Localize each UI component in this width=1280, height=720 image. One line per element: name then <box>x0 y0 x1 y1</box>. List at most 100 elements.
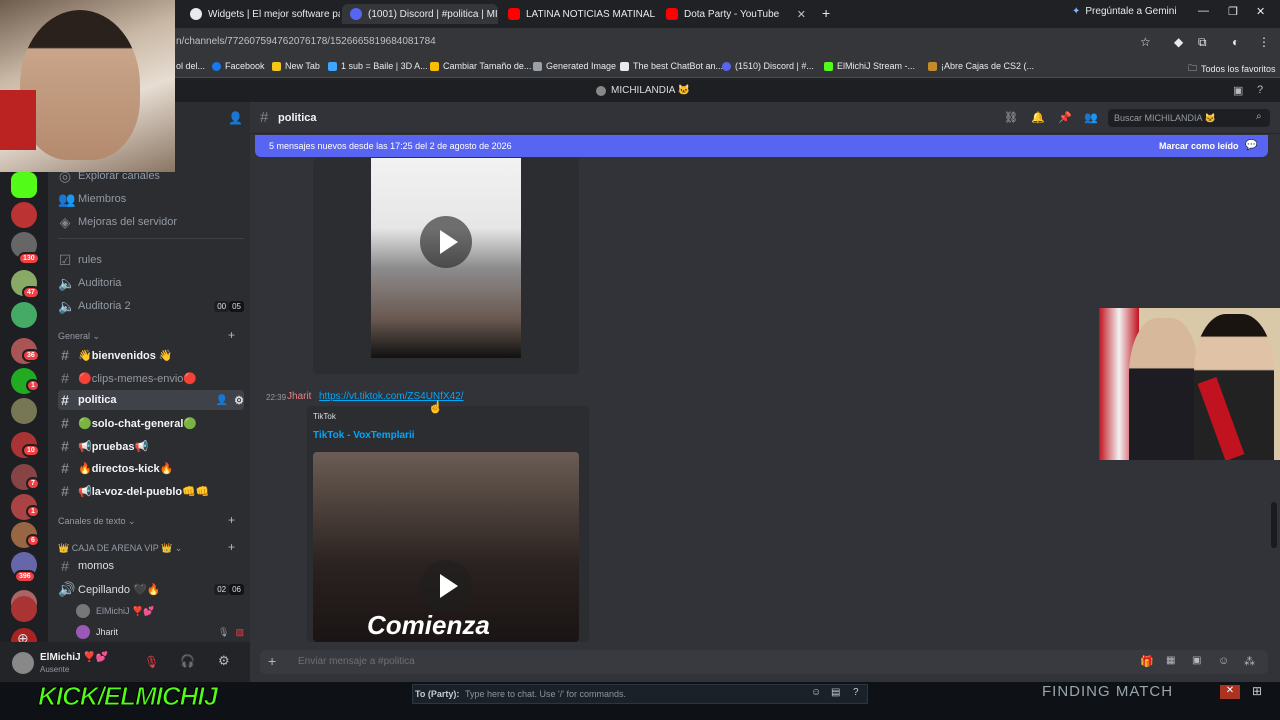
inbox-icon[interactable]: ▣ <box>1233 84 1243 97</box>
server-icon[interactable] <box>11 398 37 424</box>
new-messages-bar[interactable]: 5 mensajes nuevos desde las 17:25 del 2 … <box>255 135 1268 157</box>
translate-icon[interactable]: ▤ <box>831 687 840 698</box>
gift-icon[interactable]: 🎁 <box>1140 655 1154 668</box>
voice-user[interactable]: ElMichiJ ❣️💕 <box>76 601 244 621</box>
channel-pruebas[interactable]: # 📢pruebas📢 <box>58 436 244 456</box>
bookmark-item[interactable]: ol del... <box>176 61 205 71</box>
bookmark-item[interactable]: ElMichiJ Stream -... <box>824 61 915 71</box>
category-general[interactable]: General ⌄ <box>58 331 100 342</box>
bookmark-item[interactable]: Cambiar Tamaño de... <box>430 61 531 71</box>
kick-icon <box>824 61 833 71</box>
bookmark-item[interactable]: ¡Abre Cajas de CS2 (... <box>928 61 1034 71</box>
emoji-icon[interactable]: ☺ <box>1218 655 1229 667</box>
new-tab-button[interactable]: + <box>822 5 830 21</box>
headphones-icon[interactable]: 🎧 <box>180 654 195 668</box>
help-icon[interactable]: ? <box>1257 84 1263 96</box>
bookmark-item[interactable]: (1510) Discord | #... <box>722 61 814 71</box>
tab-dota-party[interactable]: Dota Party - YouTube ✕ <box>658 4 814 24</box>
mark-read-button[interactable]: Marcar como leído <box>1159 141 1239 151</box>
profile-icon[interactable]: ◐ <box>1232 35 1239 49</box>
message-author[interactable]: Jharit <box>287 391 311 402</box>
discord-icon <box>722 61 731 71</box>
gear-icon[interactable]: ⚙ <box>218 653 230 669</box>
dota-menu-icon[interactable]: ⊞ <box>1252 684 1262 698</box>
bookmark-item[interactable]: New Tab <box>272 61 320 71</box>
search-input[interactable]: Buscar MICHILANDIA 🐱 ⌕ <box>1108 109 1270 127</box>
threads-icon[interactable]: ⛓ <box>1004 111 1018 124</box>
embed-provider: TikTok <box>313 412 336 421</box>
channel-label: 📢la-voz-del-pueblo👊👊 <box>78 485 210 498</box>
channel-auditoria-2[interactable]: 🔈 Auditoria 2 00 05 <box>58 296 244 316</box>
video-embed[interactable]: Comienza <box>313 452 579 642</box>
channel-rules[interactable]: ☑ rules <box>58 250 244 270</box>
tab-latina[interactable]: LATINA NOTICIAS MATINAL - N ✕ <box>500 4 656 24</box>
server-icon[interactable] <box>11 302 37 328</box>
server-kick-icon[interactable] <box>11 172 37 198</box>
video-embed[interactable] <box>313 158 579 374</box>
server-icon[interactable] <box>11 202 37 228</box>
invite-icon[interactable]: 👤 <box>216 395 228 406</box>
tab-widgets[interactable]: Widgets | El mejor software par ✕ <box>182 4 340 24</box>
member-list-icon[interactable]: 👥 <box>1084 111 1098 124</box>
gif-icon[interactable]: ▦ <box>1166 655 1175 666</box>
add-channel-icon[interactable]: + <box>228 513 235 527</box>
channel-auditoria[interactable]: 🔈 Auditoria <box>58 273 244 293</box>
help-icon[interactable]: ? <box>853 687 859 698</box>
channel-header: # politica 👤 ⛓ 🔔 📌 👥 Buscar MICHILANDIA … <box>228 102 1280 134</box>
pin-icon[interactable]: 📌 <box>1058 111 1072 124</box>
cancel-search-icon[interactable]: ✕ <box>1220 685 1240 699</box>
all-favorites[interactable]: 🗀 Todos los favoritos <box>1188 61 1276 77</box>
channel-clips-memes[interactable]: # 🔴clips-memes-envio🔴 <box>58 368 244 388</box>
url-field[interactable]: n/channels/772607594762076178/1526665819… <box>176 36 436 47</box>
tab-discord[interactable]: (1001) Discord | #politica | MIC ✕ <box>342 4 498 24</box>
category-vip[interactable]: 👑 CAJA DE ARENA VIP 👑 ⌄ <box>58 543 182 554</box>
channel-la-voz-del-pueblo[interactable]: # 📢la-voz-del-pueblo👊👊 <box>58 481 244 501</box>
play-icon[interactable] <box>420 216 472 268</box>
add-friend-icon[interactable]: 👤 <box>228 111 243 125</box>
bookmark-star-icon[interactable]: ☆ <box>1140 35 1151 49</box>
voice-channel-cepillando[interactable]: 🔊 Cepillando 🖤🔥 02 06 <box>58 579 244 599</box>
menu-icon[interactable]: ⋮ <box>1258 35 1270 49</box>
message-composer[interactable]: + Enviar mensaje a #politica 🎁 ▦ ▣ ☺ ⁂ <box>260 650 1268 674</box>
channel-directos-kick[interactable]: # 🔥directos-kick🔥 <box>58 458 244 478</box>
apps-icon[interactable]: ⁂ <box>1244 655 1255 668</box>
bookmark-item[interactable]: The best ChatBot an... <box>620 61 723 71</box>
voice-user[interactable]: Jharit 🎙 ▨ <box>76 622 244 642</box>
tab-title: (1001) Discord | #politica | MIC <box>368 8 498 20</box>
party-chat-input[interactable]: To (Party): Type here to chat. Use '/' f… <box>412 684 868 704</box>
sticker-icon[interactable]: ▣ <box>1192 655 1201 666</box>
bookmark-label: Cambiar Tamaño de... <box>443 61 532 71</box>
mute-mic-icon[interactable]: 🎙 <box>144 655 159 669</box>
extension-icon[interactable]: ◆ <box>1174 35 1183 49</box>
gear-icon[interactable]: ⚙ <box>234 394 244 407</box>
members[interactable]: 👥 Miembros <box>58 189 244 209</box>
scrollbar-thumb[interactable] <box>1271 502 1277 548</box>
username: ElMichiJ ❣️💕 <box>40 652 109 663</box>
bell-icon[interactable]: 🔔 <box>1031 111 1045 124</box>
party-placeholder: Type here to chat. Use '/' for commands. <box>465 689 627 699</box>
channel-momos[interactable]: # momos <box>58 556 244 576</box>
emoji-icon[interactable]: ☺ <box>811 687 821 698</box>
add-channel-icon[interactable]: + <box>228 328 235 342</box>
bookmark-item[interactable]: Facebook <box>212 61 265 71</box>
close-tab-icon[interactable]: ✕ <box>797 8 806 21</box>
channel-solo-chat[interactable]: # 🟢solo-chat-general🟢 <box>58 413 244 433</box>
puzzle-icon[interactable]: ⧉ <box>1198 35 1207 50</box>
gemini-button[interactable]: ✦ Pregúntale a Gemini <box>1072 6 1177 17</box>
avatar[interactable] <box>12 652 34 674</box>
close-window-icon[interactable]: ✕ <box>1256 5 1265 18</box>
category-text[interactable]: Canales de texto ⌄ <box>58 516 136 527</box>
add-channel-icon[interactable]: + <box>228 540 235 554</box>
embed-title[interactable]: TikTok - VoxTemplarii <box>313 430 415 441</box>
play-icon[interactable] <box>420 560 472 612</box>
maximize-icon[interactable]: ❐ <box>1228 5 1238 18</box>
server-icon[interactable] <box>11 596 37 622</box>
bookmark-item[interactable]: Generated Image <box>533 61 616 71</box>
channel-label: momos <box>78 560 115 572</box>
channel-bienvenidos[interactable]: # 👋bienvenidos 👋 <box>58 345 244 365</box>
minimize-icon[interactable]: — <box>1198 5 1209 17</box>
add-attachment-icon[interactable]: + <box>268 653 276 669</box>
channel-politica[interactable]: # politica 👤 ⚙ <box>58 390 244 410</box>
server-boosts[interactable]: ◈ Mejoras del servidor <box>58 212 244 232</box>
bookmark-item[interactable]: 1 sub = Baile | 3D A... <box>328 61 428 71</box>
